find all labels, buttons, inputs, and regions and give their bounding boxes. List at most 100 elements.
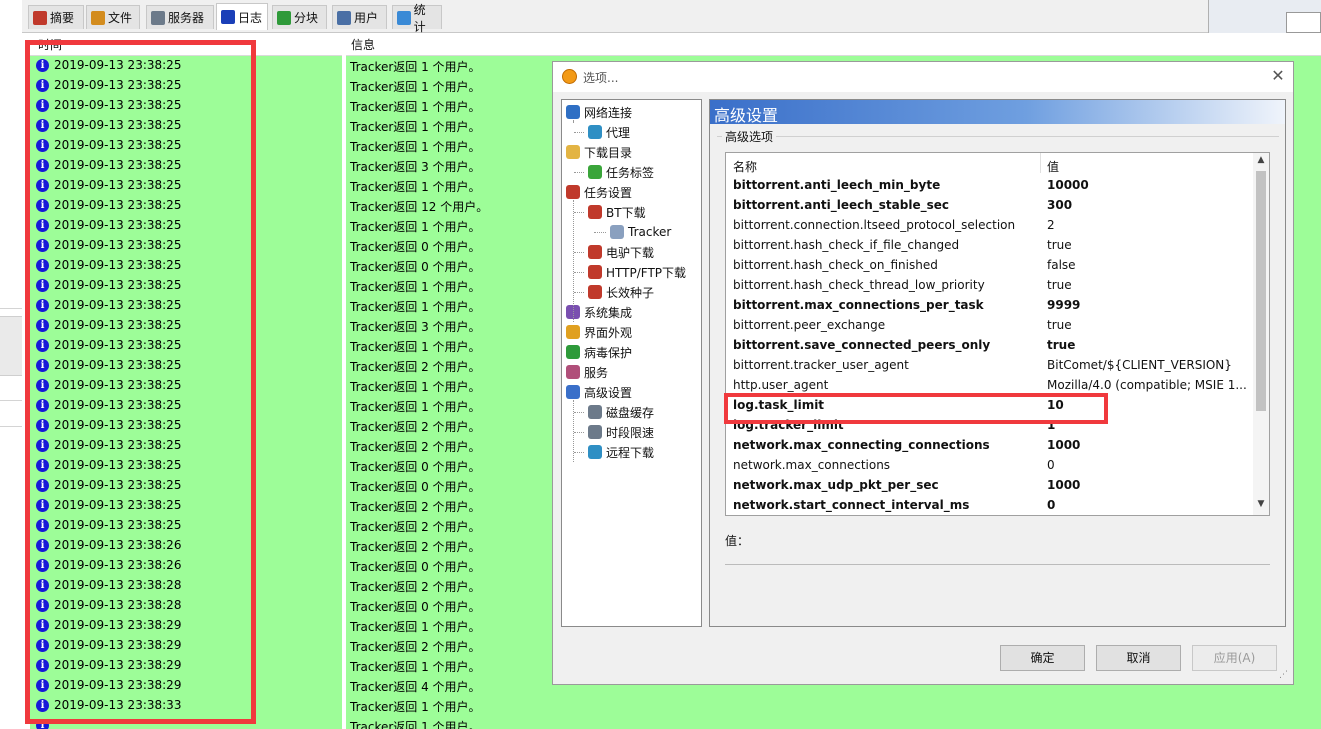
log-message: Tracker返回 2 个用户。 bbox=[350, 440, 481, 454]
tab-user[interactable]: 用户 bbox=[332, 5, 387, 29]
value-field[interactable] bbox=[725, 564, 1270, 565]
log-message: Tracker返回 3 个用户。 bbox=[350, 160, 481, 174]
cancel-button[interactable]: 取消 bbox=[1096, 645, 1181, 671]
info-icon: i bbox=[36, 499, 49, 512]
option-name: bittorrent.hash_check_thread_low_priorit… bbox=[733, 278, 985, 292]
option-row[interactable]: bittorrent.anti_leech_min_byte 10000 bbox=[726, 176, 1253, 196]
log-time: 2019-09-13 23:38:28 bbox=[54, 598, 182, 612]
tree-item-label: 远程下载 bbox=[606, 445, 655, 460]
tree-item-disk-cache[interactable]: 磁盘缓存 bbox=[588, 402, 654, 422]
resize-grip-icon[interactable]: ⋰ bbox=[1279, 670, 1291, 682]
scroll-down-icon[interactable]: ▼ bbox=[1255, 499, 1267, 513]
tree-connector bbox=[574, 212, 584, 213]
log-message: Tracker返回 1 个用户。 bbox=[350, 340, 481, 354]
option-row[interactable]: bittorrent.anti_leech_stable_sec 300 bbox=[726, 196, 1253, 216]
log-message: Tracker返回 1 个用户。 bbox=[350, 80, 481, 94]
tree-item-long-seed[interactable]: 长效种子 bbox=[588, 282, 654, 302]
option-value: true bbox=[1047, 338, 1076, 352]
log-time: 2019-09-13 23:38:25 bbox=[54, 398, 182, 412]
proxy-icon bbox=[588, 125, 602, 139]
top-right-field[interactable] bbox=[1286, 12, 1321, 33]
option-row[interactable]: bittorrent.save_connected_peers_only true bbox=[726, 336, 1253, 356]
tree-item-bt-download[interactable]: BT下载 bbox=[588, 202, 646, 222]
tree-item-service[interactable]: 服务 bbox=[566, 362, 608, 382]
tree-item-advanced-settings[interactable]: 高级设置 bbox=[566, 382, 632, 402]
tab-stats[interactable]: 统计 bbox=[392, 3, 442, 34]
info-icon: i bbox=[36, 659, 49, 672]
option-row[interactable]: network.max_udp_pkt_per_sec 1000 bbox=[726, 476, 1253, 496]
option-row[interactable]: log.task_limit 10 bbox=[726, 396, 1253, 416]
tree-item-time-limit[interactable]: 时段限速 bbox=[588, 422, 654, 442]
tree-item-http-ftp[interactable]: HTTP/FTP下载 bbox=[588, 262, 686, 282]
option-row[interactable]: bittorrent.max_connections_per_task 9999 bbox=[726, 296, 1253, 316]
close-icon[interactable]: ✕ bbox=[1269, 66, 1287, 86]
message-column-header[interactable]: 信息 bbox=[351, 36, 375, 53]
log-message: Tracker返回 1 个用户。 bbox=[350, 120, 481, 134]
column-separator[interactable] bbox=[342, 33, 346, 729]
tree-item-system-integration[interactable]: 系统集成 bbox=[566, 302, 632, 322]
tree-item-tracker[interactable]: Tracker bbox=[610, 222, 671, 242]
option-row[interactable]: bittorrent.hash_check_thread_low_priorit… bbox=[726, 276, 1253, 296]
tree-item-appearance[interactable]: 界面外观 bbox=[566, 322, 632, 342]
options-dialog: 选项... ✕ 网络连接代理 下载目录任务标签任务设置 BT下载 Tracker 电驴下… bbox=[552, 61, 1294, 685]
option-row[interactable]: bittorrent.peer_exchange true bbox=[726, 316, 1253, 336]
ok-button[interactable]: 确定 bbox=[1000, 645, 1085, 671]
tree-item-label: 网络连接 bbox=[584, 105, 633, 120]
tree-connector bbox=[574, 292, 584, 293]
tree-item-shield[interactable]: 病毒保护 bbox=[566, 342, 632, 362]
time-column-header[interactable]: 时间 bbox=[38, 36, 62, 53]
info-icon: i bbox=[36, 99, 49, 112]
tab-file[interactable]: 文件 bbox=[86, 5, 140, 29]
tab-label: 服务器 bbox=[168, 11, 205, 25]
option-row[interactable]: bittorrent.hash_check_if_file_changed tru… bbox=[726, 236, 1253, 256]
tab-server[interactable]: 服务器 bbox=[146, 5, 214, 29]
option-value: 0 bbox=[1047, 458, 1055, 472]
option-row[interactable]: network.max_connecting_connections 1000 bbox=[726, 436, 1253, 456]
log-message: Tracker返回 1 个用户。 bbox=[350, 660, 481, 674]
advanced-options-grid[interactable]: 名称 值 bittorrent.anti_leech_min_byte 10000… bbox=[725, 152, 1270, 516]
grid-column-separator[interactable] bbox=[1040, 153, 1041, 173]
network-icon bbox=[566, 105, 580, 119]
tree-item-remote-download[interactable]: 远程下载 bbox=[588, 442, 654, 462]
option-row[interactable]: bittorrent.connection.ltseed_protocol_se… bbox=[726, 216, 1253, 236]
dialog-title-bar: 选项... ✕ bbox=[553, 62, 1293, 92]
log-time: 2019-09-13 23:38:25 bbox=[54, 178, 182, 192]
tree-item-task-settings[interactable]: 任务设置 bbox=[566, 182, 632, 202]
name-column-header[interactable]: 名称 bbox=[733, 158, 757, 175]
option-row[interactable]: bittorrent.hash_check_on_finished false bbox=[726, 256, 1253, 276]
tree-connector bbox=[573, 120, 574, 122]
log-message: Tracker返回 1 个用户。 bbox=[350, 280, 481, 294]
apply-button[interactable]: 应用(A) bbox=[1192, 645, 1277, 671]
tree-item-folder[interactable]: 下载目录 bbox=[566, 142, 632, 162]
option-row[interactable]: network.max_connections 0 bbox=[726, 456, 1253, 476]
log-time: 2019-09-13 23:38:33 bbox=[54, 698, 182, 712]
tree-item-label: 任务标签 bbox=[606, 165, 655, 180]
tree-item-tag[interactable]: 任务标签 bbox=[588, 162, 654, 182]
option-row[interactable]: network.start_connect_interval_ms 0 bbox=[726, 496, 1253, 515]
tree-item-network[interactable]: 网络连接 bbox=[566, 102, 632, 122]
log-row[interactable]: i 2019-09-13 23:38:33 Tracker返回 1 个用户。 bbox=[30, 696, 1321, 716]
value-column-header[interactable]: 值 bbox=[1047, 158, 1059, 175]
option-row[interactable]: http.user_agent Mozilla/4.0 (compatible; … bbox=[726, 376, 1253, 396]
option-value: true bbox=[1047, 278, 1072, 292]
tree-item-proxy[interactable]: 代理 bbox=[588, 122, 630, 142]
option-row[interactable]: log.tracker_limit 1 bbox=[726, 416, 1253, 436]
option-row[interactable]: bittorrent.tracker_user_agent BitComet/${… bbox=[726, 356, 1253, 376]
log-message: Tracker返回 0 个用户。 bbox=[350, 480, 481, 494]
log-time: 2019-09-13 23:38:29 bbox=[54, 638, 182, 652]
option-value: 10000 bbox=[1047, 178, 1089, 192]
log-row[interactable]: i Tracker返回 1 个用户。 bbox=[30, 716, 1321, 729]
scroll-up-icon[interactable]: ▲ bbox=[1255, 155, 1267, 169]
tab-label: 日志 bbox=[238, 10, 263, 25]
tab-checklist[interactable]: 摘要 bbox=[28, 5, 84, 29]
advanced-settings-icon bbox=[566, 385, 580, 399]
info-icon: i bbox=[36, 479, 49, 492]
tracker-icon bbox=[610, 225, 624, 239]
scroll-thumb[interactable] bbox=[1256, 171, 1266, 411]
grid-scrollbar[interactable]: ▲ ▼ bbox=[1253, 153, 1269, 515]
tab-info[interactable]: 日志 bbox=[216, 3, 268, 30]
info-icon: i bbox=[36, 279, 49, 292]
tab-pie-chart[interactable]: 分块 bbox=[272, 5, 327, 29]
info-icon: i bbox=[36, 319, 49, 332]
tree-item-edonkey[interactable]: 电驴下载 bbox=[588, 242, 654, 262]
